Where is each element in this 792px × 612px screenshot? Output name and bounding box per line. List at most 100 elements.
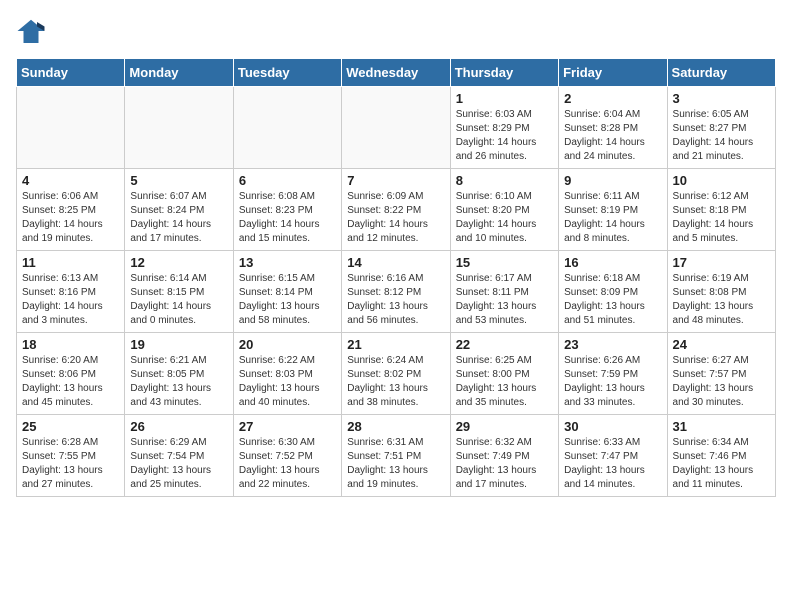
day-detail: Sunrise: 6:20 AM Sunset: 8:06 PM Dayligh… [22, 354, 119, 410]
day-number: 1 [456, 91, 553, 106]
calendar-cell: 24 Sunrise: 6:27 AM Sunset: 7:57 PM Dayli… [667, 333, 775, 415]
calendar-table: SundayMondayTuesdayWednesdayThursdayFrid… [16, 58, 776, 497]
calendar-cell: 4Sunrise: 6:06 AM Sunset: 8:25 PM Daylig… [17, 169, 125, 251]
day-number: 25 [22, 419, 119, 434]
day-detail: Sunrise: 6:10 AM Sunset: 8:20 PM Dayligh… [456, 190, 553, 246]
day-detail: Sunrise: 6:15 AM Sunset: 8:14 PM Dayligh… [239, 272, 336, 328]
calendar-cell: 18 Sunrise: 6:20 AM Sunset: 8:06 PM Dayli… [17, 333, 125, 415]
day-number: 20 [239, 337, 336, 352]
calendar-body: 1Sunrise: 6:03 AM Sunset: 8:29 PM Daylig… [17, 87, 776, 497]
calendar-day-header: Thursday [450, 59, 558, 87]
day-number: 24 [673, 337, 770, 352]
day-number: 21 [347, 337, 444, 352]
calendar-cell: 25 Sunrise: 6:28 AM Sunset: 7:55 PM Dayli… [17, 415, 125, 497]
calendar-cell: 13Sunrise: 6:15 AM Sunset: 8:14 PM Dayli… [233, 251, 341, 333]
day-number: 8 [456, 173, 553, 188]
day-number: 26 [130, 419, 227, 434]
calendar-day-header: Sunday [17, 59, 125, 87]
calendar-cell: 20Sunrise: 6:22 AM Sunset: 8:03 PM Dayli… [233, 333, 341, 415]
calendar-cell: 10 Sunrise: 6:12 AM Sunset: 8:18 PM Dayli… [667, 169, 775, 251]
day-number: 10 [673, 173, 770, 188]
day-detail: Sunrise: 6:34 AM Sunset: 7:46 PM Dayligh… [673, 436, 770, 492]
day-detail: Sunrise: 6:21 AM Sunset: 8:05 PM Dayligh… [130, 354, 227, 410]
day-detail: Sunrise: 6:19 AM Sunset: 8:08 PM Dayligh… [673, 272, 770, 328]
day-number: 17 [673, 255, 770, 270]
calendar-cell: 21 Sunrise: 6:24 AM Sunset: 8:02 PM Dayli… [342, 333, 450, 415]
day-number: 22 [456, 337, 553, 352]
calendar-cell: 16Sunrise: 6:18 AM Sunset: 8:09 PM Dayli… [559, 251, 667, 333]
calendar-cell: 19 Sunrise: 6:21 AM Sunset: 8:05 PM Dayli… [125, 333, 233, 415]
day-detail: Sunrise: 6:14 AM Sunset: 8:15 PM Dayligh… [130, 272, 227, 328]
calendar-cell [125, 87, 233, 169]
day-detail: Sunrise: 6:17 AM Sunset: 8:11 PM Dayligh… [456, 272, 553, 328]
calendar-cell: 23 Sunrise: 6:26 AM Sunset: 7:59 PM Dayli… [559, 333, 667, 415]
logo-icon [16, 16, 46, 46]
calendar-header-row: SundayMondayTuesdayWednesdayThursdayFrid… [17, 59, 776, 87]
day-detail: Sunrise: 6:27 AM Sunset: 7:57 PM Dayligh… [673, 354, 770, 410]
day-detail: Sunrise: 6:06 AM Sunset: 8:25 PM Dayligh… [22, 190, 119, 246]
day-detail: Sunrise: 6:16 AM Sunset: 8:12 PM Dayligh… [347, 272, 444, 328]
day-number: 29 [456, 419, 553, 434]
calendar-week-row: 1Sunrise: 6:03 AM Sunset: 8:29 PM Daylig… [17, 87, 776, 169]
day-number: 3 [673, 91, 770, 106]
calendar-cell: 26Sunrise: 6:29 AM Sunset: 7:54 PM Dayli… [125, 415, 233, 497]
calendar-day-header: Friday [559, 59, 667, 87]
day-detail: Sunrise: 6:31 AM Sunset: 7:51 PM Dayligh… [347, 436, 444, 492]
day-number: 30 [564, 419, 661, 434]
day-detail: Sunrise: 6:25 AM Sunset: 8:00 PM Dayligh… [456, 354, 553, 410]
calendar-cell: 17 Sunrise: 6:19 AM Sunset: 8:08 PM Dayli… [667, 251, 775, 333]
calendar-cell: 29 Sunrise: 6:32 AM Sunset: 7:49 PM Dayli… [450, 415, 558, 497]
calendar-cell: 1Sunrise: 6:03 AM Sunset: 8:29 PM Daylig… [450, 87, 558, 169]
day-number: 31 [673, 419, 770, 434]
day-number: 23 [564, 337, 661, 352]
day-detail: Sunrise: 6:32 AM Sunset: 7:49 PM Dayligh… [456, 436, 553, 492]
calendar-cell: 9Sunrise: 6:11 AM Sunset: 8:19 PM Daylig… [559, 169, 667, 251]
calendar-day-header: Saturday [667, 59, 775, 87]
calendar-week-row: 25 Sunrise: 6:28 AM Sunset: 7:55 PM Dayli… [17, 415, 776, 497]
day-detail: Sunrise: 6:28 AM Sunset: 7:55 PM Dayligh… [22, 436, 119, 492]
page: SundayMondayTuesdayWednesdayThursdayFrid… [0, 0, 792, 513]
day-detail: Sunrise: 6:30 AM Sunset: 7:52 PM Dayligh… [239, 436, 336, 492]
day-detail: Sunrise: 6:08 AM Sunset: 8:23 PM Dayligh… [239, 190, 336, 246]
day-number: 6 [239, 173, 336, 188]
day-number: 5 [130, 173, 227, 188]
logo [16, 16, 50, 46]
calendar-cell: 28 Sunrise: 6:31 AM Sunset: 7:51 PM Dayli… [342, 415, 450, 497]
calendar-cell: 27 Sunrise: 6:30 AM Sunset: 7:52 PM Dayli… [233, 415, 341, 497]
header [16, 16, 776, 46]
calendar-cell: 2 Sunrise: 6:04 AM Sunset: 8:28 PM Daylig… [559, 87, 667, 169]
calendar-day-header: Monday [125, 59, 233, 87]
day-number: 12 [130, 255, 227, 270]
day-number: 16 [564, 255, 661, 270]
calendar-week-row: 11 Sunrise: 6:13 AM Sunset: 8:16 PM Dayli… [17, 251, 776, 333]
day-number: 27 [239, 419, 336, 434]
day-detail: Sunrise: 6:07 AM Sunset: 8:24 PM Dayligh… [130, 190, 227, 246]
day-detail: Sunrise: 6:12 AM Sunset: 8:18 PM Dayligh… [673, 190, 770, 246]
calendar-day-header: Wednesday [342, 59, 450, 87]
day-detail: Sunrise: 6:33 AM Sunset: 7:47 PM Dayligh… [564, 436, 661, 492]
calendar-cell: 11 Sunrise: 6:13 AM Sunset: 8:16 PM Dayli… [17, 251, 125, 333]
day-number: 9 [564, 173, 661, 188]
calendar-week-row: 4Sunrise: 6:06 AM Sunset: 8:25 PM Daylig… [17, 169, 776, 251]
calendar-cell: 12 Sunrise: 6:14 AM Sunset: 8:15 PM Dayli… [125, 251, 233, 333]
calendar-cell: 5 Sunrise: 6:07 AM Sunset: 8:24 PM Daylig… [125, 169, 233, 251]
calendar-cell [17, 87, 125, 169]
day-detail: Sunrise: 6:05 AM Sunset: 8:27 PM Dayligh… [673, 108, 770, 164]
day-number: 2 [564, 91, 661, 106]
calendar-cell: 3 Sunrise: 6:05 AM Sunset: 8:27 PM Daylig… [667, 87, 775, 169]
day-detail: Sunrise: 6:13 AM Sunset: 8:16 PM Dayligh… [22, 272, 119, 328]
calendar-cell: 8 Sunrise: 6:10 AM Sunset: 8:20 PM Daylig… [450, 169, 558, 251]
day-detail: Sunrise: 6:04 AM Sunset: 8:28 PM Dayligh… [564, 108, 661, 164]
day-detail: Sunrise: 6:26 AM Sunset: 7:59 PM Dayligh… [564, 354, 661, 410]
calendar-day-header: Tuesday [233, 59, 341, 87]
calendar-cell: 6 Sunrise: 6:08 AM Sunset: 8:23 PM Daylig… [233, 169, 341, 251]
day-number: 18 [22, 337, 119, 352]
day-number: 14 [347, 255, 444, 270]
calendar-cell: 14 Sunrise: 6:16 AM Sunset: 8:12 PM Dayli… [342, 251, 450, 333]
day-detail: Sunrise: 6:24 AM Sunset: 8:02 PM Dayligh… [347, 354, 444, 410]
day-number: 19 [130, 337, 227, 352]
calendar-cell: 22 Sunrise: 6:25 AM Sunset: 8:00 PM Dayli… [450, 333, 558, 415]
day-number: 11 [22, 255, 119, 270]
day-number: 28 [347, 419, 444, 434]
calendar-cell [342, 87, 450, 169]
